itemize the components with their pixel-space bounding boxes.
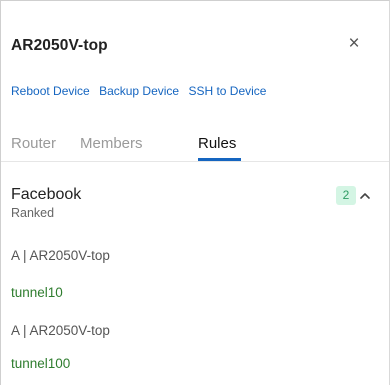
panel-title: AR2050V-top [11,37,108,54]
reboot-device-link[interactable]: Reboot Device [11,84,90,98]
rule-header-facebook[interactable]: Facebook Ranked 2 [11,186,379,226]
tab-members[interactable]: Members [80,135,143,152]
tab-bar: Router Members Rules [1,125,389,162]
close-icon[interactable]: × [346,34,362,53]
rule-count-badge: 2 [336,186,356,205]
tab-router[interactable]: Router [11,135,56,152]
rule-subtitle: Ranked [11,206,55,220]
rule-member-interface: tunnel100 [11,356,71,371]
rule-name: Facebook [11,186,82,203]
rule-member-interface: tunnel10 [11,285,63,300]
device-actions: Reboot Device Backup Device SSH to Devic… [11,84,266,98]
rule-member-device: A | AR2050V-top [11,323,110,338]
device-panel: AR2050V-top × Reboot Device Backup Devic… [0,0,390,385]
rule-member-device: A | AR2050V-top [11,248,110,263]
backup-device-link[interactable]: Backup Device [99,84,179,98]
active-tab-indicator [198,158,241,161]
chevron-up-icon[interactable] [358,190,372,202]
tab-rules[interactable]: Rules [198,135,236,152]
ssh-to-device-link[interactable]: SSH to Device [188,84,266,98]
